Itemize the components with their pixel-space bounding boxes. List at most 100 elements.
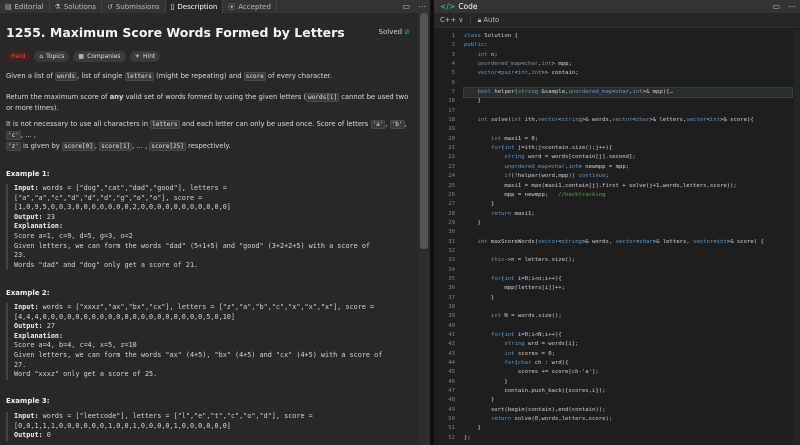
code-line: contain.push_back({scores,i}); xyxy=(464,388,606,395)
language-select[interactable]: C++ ∨ xyxy=(440,16,463,24)
inline-code: letters xyxy=(124,72,154,81)
line-number: 2 xyxy=(451,42,455,49)
example-value: Given letters, we can form the words "ax… xyxy=(14,350,383,359)
example-line: Output: 23 xyxy=(14,213,410,223)
code-line: } xyxy=(464,425,481,432)
code-line: } xyxy=(464,294,495,301)
maximize-icon[interactable]: ▭ xyxy=(768,2,784,11)
inline-code: score[25] xyxy=(149,142,186,151)
companies-chip[interactable]: ▦ Companies xyxy=(73,51,126,62)
problem-title[interactable]: 1255. Maximum Score Words Formed by Lett… xyxy=(6,25,345,40)
example-key: Input: xyxy=(14,303,39,311)
line-number: 28 xyxy=(448,210,455,217)
tab-editorial[interactable]: ▤ Editorial xyxy=(0,0,50,13)
text-run: , list of single xyxy=(77,72,125,80)
line-number: 17 xyxy=(448,107,455,114)
example-line: Score a=1, c=9, d=5, g=3, o=2 xyxy=(14,232,410,242)
line-number: 45 xyxy=(448,369,455,376)
code-line: int N = words.size(); xyxy=(490,313,562,320)
text-run: valid set of words formed by using the g… xyxy=(123,93,307,101)
line-number: 1 xyxy=(451,33,455,39)
example-line: Given letters, we can form the words "da… xyxy=(14,242,410,252)
example-line: [4,4,4,0,0,0,0,0,0,0,0,0,0,0,0,0,0,0,0,0… xyxy=(14,313,410,323)
line-number: 31 xyxy=(448,238,455,245)
line-number: 43 xyxy=(448,350,455,357)
example-line: Input: words = ["xxxz","ax","bx","cx"], … xyxy=(14,303,410,313)
description-scrollbar[interactable] xyxy=(420,13,428,249)
example-heading: Example 3: xyxy=(6,397,50,405)
code-line: scores += score[ch-'a']; xyxy=(464,369,599,376)
example-key: Input: xyxy=(14,184,39,192)
line-number: 7 xyxy=(451,89,455,96)
code-line: for(int i=0;i<N;i++){ xyxy=(490,332,562,338)
code-line: maxi1 = max(maxi1,contain[j].first + sol… xyxy=(464,182,737,189)
example-value: [1,0,9,5,0,0,3,0,0,0,0,0,0,0,2,0,0,0,0,0… xyxy=(14,203,231,212)
example-value: Word "xxxz" only get a score of 25. xyxy=(14,370,158,379)
tab-solutions[interactable]: ⚗ Solutions xyxy=(50,0,102,13)
example-line: Score a=4, b=4, c=4, x=5, z=10 xyxy=(14,341,410,351)
text-run: (might be repeating) and xyxy=(153,72,244,80)
example-value: 23. xyxy=(14,251,27,260)
hint-chip[interactable]: ☀ Hint xyxy=(129,51,161,62)
text-run: Return the maximum score of xyxy=(6,93,110,101)
example-line: ["a","a","c","d","d","d","g","o","o"], s… xyxy=(14,194,410,204)
line-number: 49 xyxy=(448,406,455,413)
auto-mode[interactable]: 🔒︎ Auto xyxy=(478,16,500,25)
inline-code: score xyxy=(243,72,266,81)
inline-code: words xyxy=(55,72,78,81)
code-tab[interactable]: </> Code xyxy=(434,2,484,11)
code-editor[interactable]: 1 2 3 4 5 6 7 16 17 18 19 20 21 22 23 24 25 26 27 28 29 30 31 3… xyxy=(434,30,800,445)
description-panel: ▤ Editorial ⚗ Solutions ↺ Submissions ▯ Descrip… xyxy=(0,0,430,445)
example-value: Score a=1, c=9, d=5, g=3, o=2 xyxy=(14,231,133,240)
line-number: 25 xyxy=(448,182,455,189)
example-line: 23. xyxy=(14,251,410,261)
check-circle-icon: ⊘ xyxy=(404,28,410,36)
example-line: [1,0,9,5,0,0,3,0,0,0,0,0,0,0,2,0,0,0,0,0… xyxy=(14,203,410,213)
line-number: 47 xyxy=(448,388,455,395)
maximize-icon[interactable]: ▭ xyxy=(398,2,414,11)
line-number: 52 xyxy=(448,434,455,441)
example-line: Input: words = ["leetcode"], letters = [… xyxy=(14,412,410,422)
line-number: 35 xyxy=(448,275,455,282)
line-number: 33 xyxy=(448,257,455,264)
tab-accepted[interactable]: ⦿ Accepted xyxy=(223,0,277,13)
code-line: unordered_map<char,int> mpp; xyxy=(477,61,572,68)
language-label: C++ xyxy=(440,16,457,24)
code-line: return solve(0,words,letters,score); xyxy=(490,416,613,423)
tab-description[interactable]: ▯ Description xyxy=(165,0,224,13)
line-number: 24 xyxy=(448,173,455,180)
tab-label: Submissions xyxy=(115,2,160,11)
example-line: Word "xxxz" only get a score of 25. xyxy=(14,370,410,380)
example-key: Explanation: xyxy=(14,222,64,231)
example-value: 27. xyxy=(14,360,27,369)
topics-chip[interactable]: ⌂ Topics xyxy=(34,51,70,62)
line-number-gutter: 1 2 3 4 5 6 7 16 17 18 19 20 21 22 23 24 25 26 27 28 29 30 31 3… xyxy=(434,32,458,443)
tab-label: Description xyxy=(177,2,218,11)
code-line: int maxi1 = 0; xyxy=(490,135,539,142)
code-line: for(int j=ith;j<contain.size();j++){ xyxy=(490,145,613,152)
problem-description: 1255. Maximum Score Words Formed by Lett… xyxy=(0,13,416,445)
more-options-icon[interactable]: ⋯ xyxy=(414,2,430,11)
text-run: Given a list of xyxy=(6,72,56,80)
inline-code: 'a' xyxy=(370,120,386,129)
example-key: Output: xyxy=(14,212,43,221)
hint-label: Hint xyxy=(142,53,156,60)
example-value: 27 xyxy=(42,322,55,331)
more-options-icon[interactable]: ⋯ xyxy=(784,2,800,11)
code-line: for(int i=0;i<n;i++){ xyxy=(490,275,562,282)
inline-code: 'b' xyxy=(389,120,405,129)
line-number: 19 xyxy=(448,126,455,133)
tab-submissions[interactable]: ↺ Submissions xyxy=(102,0,166,13)
language-bar: C++ ∨ | 🔒︎ Auto xyxy=(434,13,800,28)
example-line: Explanation: xyxy=(14,222,410,232)
editor-scrollbar[interactable] xyxy=(794,30,800,445)
line-number: 50 xyxy=(448,416,455,423)
code-text-area[interactable]: class Solution {public: int n; unordered… xyxy=(463,32,793,443)
example-value: 23 xyxy=(42,212,55,221)
code-line: int scores = 0; xyxy=(504,350,555,357)
